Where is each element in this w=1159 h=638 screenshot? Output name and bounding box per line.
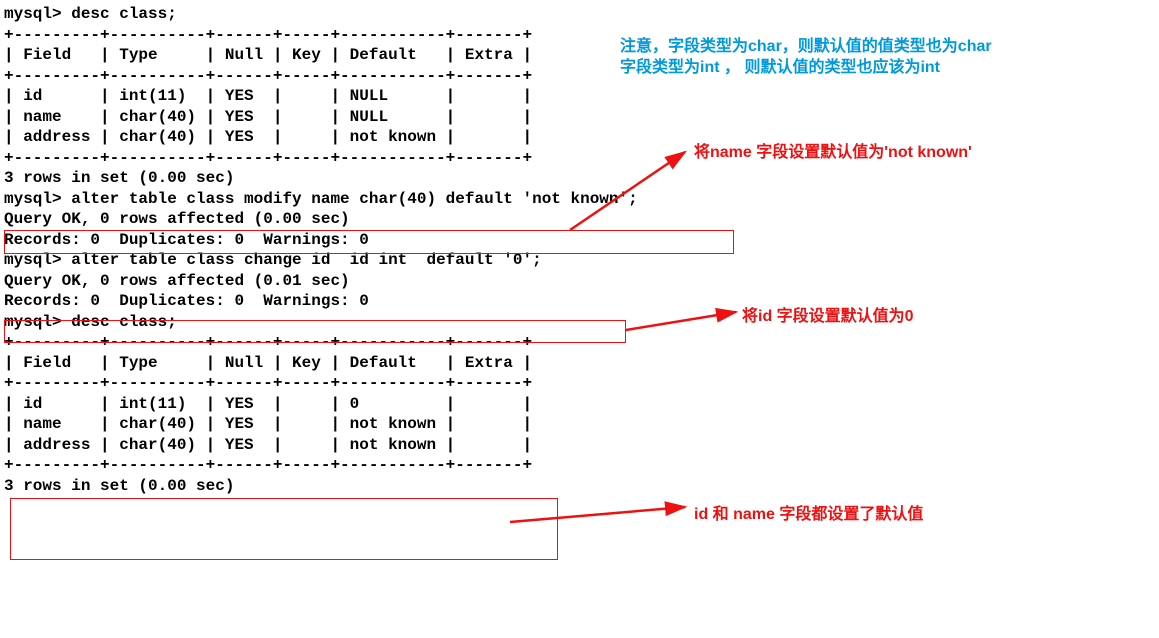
highlight-box-result-rows: [10, 498, 558, 560]
terminal-line: +---------+----------+------+-----+-----…: [4, 332, 1155, 353]
terminal-line: +---------+----------+------+-----+-----…: [4, 373, 1155, 394]
terminal-line: mysql> alter table class modify name cha…: [4, 189, 1155, 210]
annotation-both-defaults: id 和 name 字段都设置了默认值: [694, 500, 923, 524]
terminal-line: +---------+----------+------+-----+-----…: [4, 66, 1155, 87]
terminal-line: Query OK, 0 rows affected (0.00 sec): [4, 209, 1155, 230]
terminal-line: | id | int(11) | YES | | 0 | |: [4, 394, 1155, 415]
terminal-line: Query OK, 0 rows affected (0.01 sec): [4, 271, 1155, 292]
terminal-line: mysql> alter table class change id id in…: [4, 250, 1155, 271]
terminal-line: mysql> desc class;: [4, 4, 1155, 25]
terminal-line: | Field | Type | Null | Key | Default | …: [4, 353, 1155, 374]
terminal-line: | name | char(40) | YES | | NULL | |: [4, 107, 1155, 128]
annotation-note-type-match-line2: 字段类型为int ， 则默认值的类型也应该为int: [620, 53, 940, 77]
terminal-line: +---------+----------+------+-----+-----…: [4, 148, 1155, 169]
annotation-name-default: 将name 字段设置默认值为'not known': [694, 138, 972, 162]
terminal-line: | name | char(40) | YES | | not known | …: [4, 414, 1155, 435]
terminal-line: Records: 0 Duplicates: 0 Warnings: 0: [4, 230, 1155, 251]
terminal-line: Records: 0 Duplicates: 0 Warnings: 0: [4, 291, 1155, 312]
annotation-id-default: 将id 字段设置默认值为0: [742, 302, 914, 326]
terminal-line: mysql> desc class;: [4, 312, 1155, 333]
arrow-to-both-annotation: [500, 492, 700, 532]
terminal-line: 3 rows in set (0.00 sec): [4, 168, 1155, 189]
terminal-line: | id | int(11) | YES | | NULL | |: [4, 86, 1155, 107]
terminal-line: | address | char(40) | YES | | not known…: [4, 435, 1155, 456]
terminal-line: | address | char(40) | YES | | not known…: [4, 127, 1155, 148]
terminal-line: +---------+----------+------+-----+-----…: [4, 455, 1155, 476]
terminal-line: 3 rows in set (0.00 sec): [4, 476, 1155, 497]
